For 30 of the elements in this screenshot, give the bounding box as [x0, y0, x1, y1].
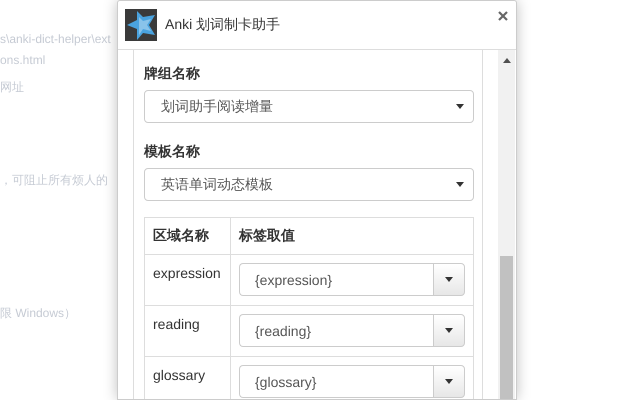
- field-label: 牌组名称: [144, 64, 201, 83]
- column-header: 区域名称: [144, 218, 230, 254]
- dropdown-button[interactable]: [433, 314, 465, 347]
- background-text: 限 Windows）: [0, 305, 76, 321]
- field-name: expression: [144, 254, 230, 306]
- caret-icon: [445, 328, 453, 333]
- input-field[interactable]: {expression}: [239, 263, 433, 296]
- scroll-up-icon[interactable]: [502, 58, 510, 63]
- close-icon[interactable]: [498, 11, 508, 21]
- caret-icon: [456, 182, 464, 187]
- dropdown-button[interactable]: [433, 263, 465, 296]
- field-name: glossary: [144, 356, 230, 399]
- background-text: 网址: [0, 79, 24, 95]
- caret-icon: [445, 379, 453, 384]
- background-text: ，可阻止所有烦人的: [0, 172, 108, 188]
- background-text: ons.html: [0, 52, 46, 68]
- select-field[interactable]: 英语单词动态模板: [144, 168, 474, 201]
- input-field[interactable]: {reading}: [239, 314, 433, 347]
- window-title: Anki 划词制卡助手: [165, 16, 282, 34]
- input-field[interactable]: {glossary}: [239, 365, 433, 398]
- caret-icon: [445, 277, 453, 282]
- background-text: s\anki-dict-helper\ext: [0, 31, 111, 47]
- app-logo-icon: [125, 9, 157, 41]
- select-field[interactable]: 划词助手阅读增量: [144, 90, 474, 123]
- column-header: 标签取值: [230, 218, 474, 254]
- field-name: reading: [144, 306, 230, 356]
- field-label: 模板名称: [144, 142, 201, 161]
- caret-icon: [456, 104, 464, 109]
- scrollbar-thumb[interactable]: [500, 256, 513, 399]
- dropdown-button[interactable]: [433, 365, 465, 398]
